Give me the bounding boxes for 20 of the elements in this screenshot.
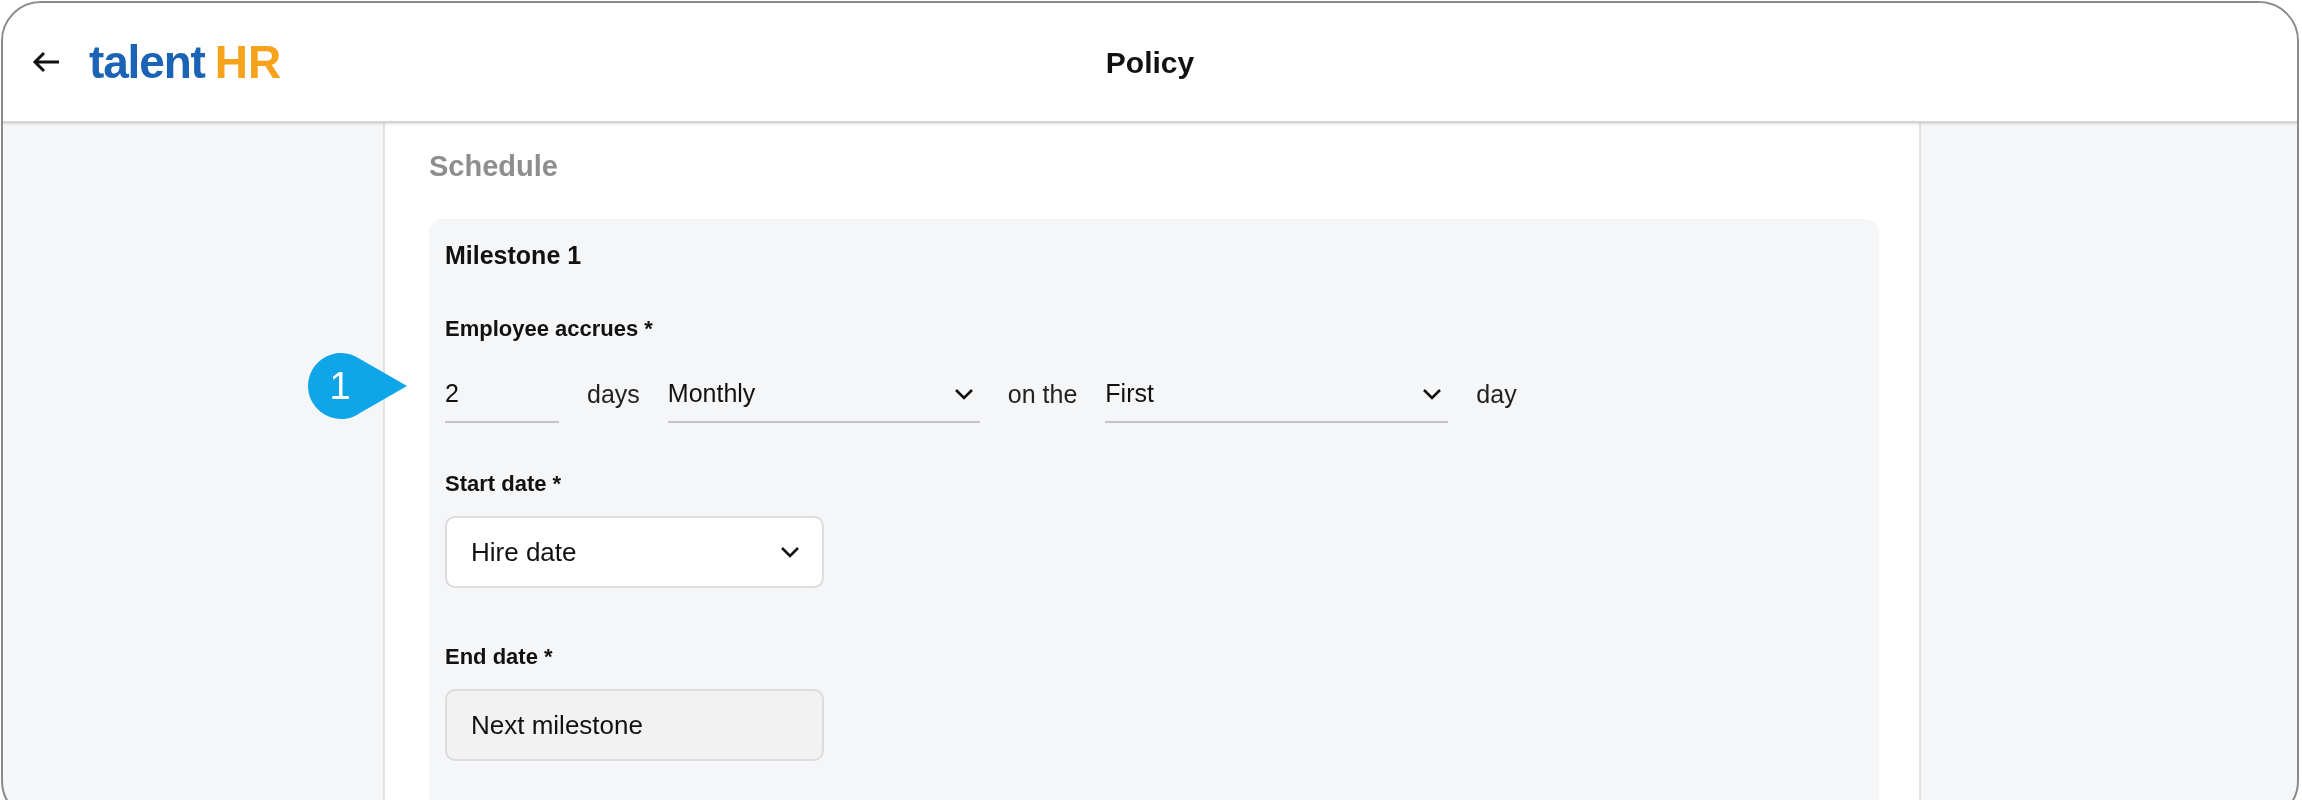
chevron-down-icon — [780, 546, 800, 558]
logo-text: HR — [214, 39, 282, 85]
section-heading: Schedule — [429, 149, 559, 184]
chevron-down-icon — [953, 388, 974, 400]
field-label: Employee accrues * — [445, 315, 654, 343]
field-label: Start date * — [445, 470, 563, 498]
dropdown-field[interactable]: Monthly — [667, 367, 980, 423]
unit-label: day — [1476, 379, 1517, 411]
number-field[interactable]: 2 — [445, 367, 559, 423]
unit-label: on the — [1007, 379, 1078, 411]
milestone-title: Milestone 1 — [445, 239, 583, 271]
back-arrow-icon[interactable] — [31, 50, 61, 74]
dropdown-field[interactable]: Hire date — [445, 516, 824, 588]
field-label: End date * — [445, 643, 554, 671]
callout-badge: 1 — [305, 351, 409, 421]
unit-label: days — [587, 379, 640, 411]
logo-text: talent — [89, 39, 205, 85]
chevron-down-icon — [1422, 388, 1443, 400]
page-title: Policy — [1105, 44, 1195, 81]
dropdown-field[interactable]: First — [1105, 367, 1449, 423]
